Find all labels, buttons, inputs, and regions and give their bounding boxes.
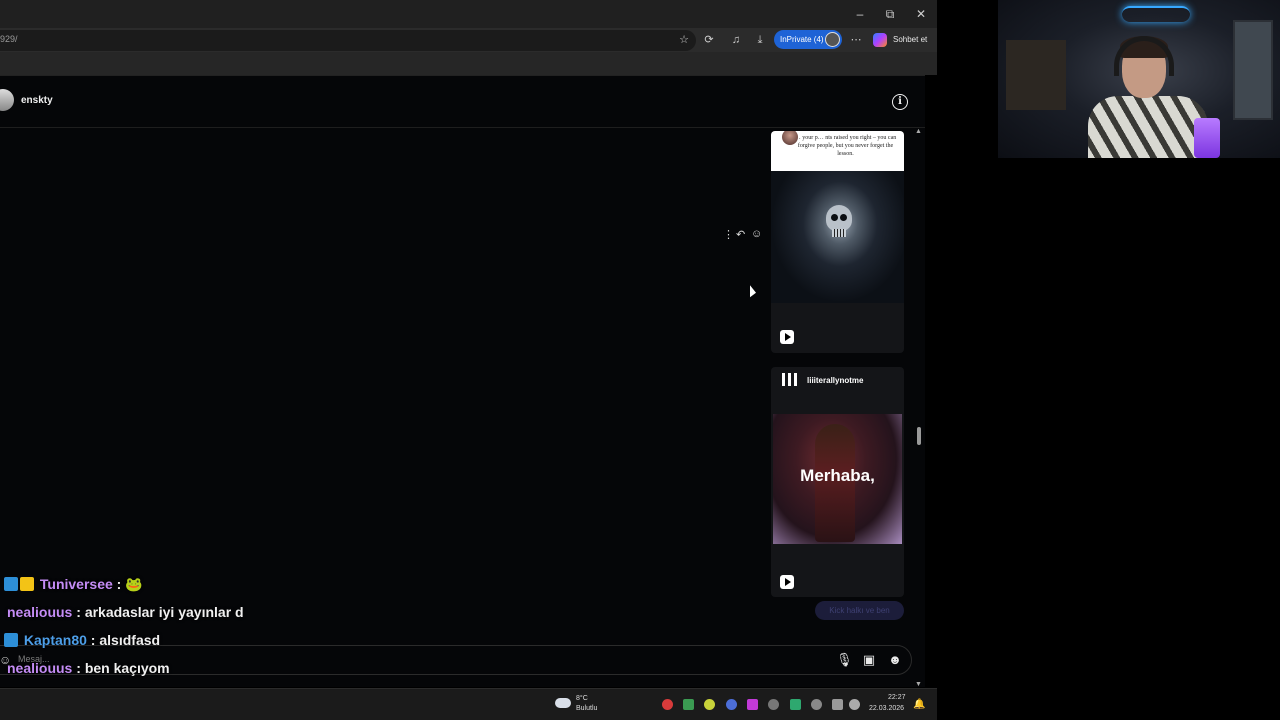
- scrollbar-thumb[interactable]: [917, 427, 921, 445]
- scroll-up-icon[interactable]: ▲: [915, 128, 922, 135]
- more-options-icon[interactable]: ⋯: [849, 33, 863, 47]
- chat-username: nealiouus: [7, 660, 73, 676]
- minimize-icon[interactable]: –: [851, 6, 869, 22]
- weather-description[interactable]: Bulutlu: [576, 705, 597, 712]
- neon-sign: [1122, 6, 1190, 22]
- webcam-feed: [998, 0, 1280, 158]
- shared-reel[interactable]: liiiterallynotme Merhaba,: [771, 367, 904, 597]
- chat-username: Kaptan80: [23, 632, 87, 648]
- scroll-down-icon[interactable]: ▼: [915, 681, 922, 688]
- url-text: 929/: [0, 34, 18, 44]
- chat-header: enskty i: [0, 76, 925, 128]
- clock-date[interactable]: 22.03.2026: [869, 705, 904, 712]
- crown-badge-icon: [20, 577, 34, 591]
- reel-thumbnail[interactable]: Merhaba,: [773, 414, 902, 544]
- copilot-icon[interactable]: [873, 33, 887, 47]
- tray-app-icon[interactable]: [704, 699, 715, 710]
- stream-chat-line: Tuniversee : 🐸: [4, 576, 143, 596]
- reel-thumbnail[interactable]: [771, 171, 904, 303]
- reel-author-name[interactable]: liiiterallynotme: [807, 376, 863, 385]
- chat-message: 🐸: [125, 576, 143, 592]
- tray-app-icon[interactable]: [726, 699, 737, 710]
- display-icon[interactable]: [832, 699, 843, 710]
- skull-image: [824, 205, 854, 239]
- message-actions: ⋮ ↶ ☺: [720, 228, 766, 244]
- sticker-icon[interactable]: ☻: [887, 652, 903, 668]
- cloud-icon[interactable]: [555, 698, 571, 708]
- image-icon[interactable]: ▣: [861, 652, 877, 668]
- reel-play-icon[interactable]: [780, 330, 794, 344]
- scrollbar[interactable]: ▲ ▼: [913, 128, 925, 688]
- react-emoji-icon[interactable]: ☺: [751, 228, 762, 240]
- title-bar: – ⧉ ✕: [0, 0, 937, 28]
- stream-chat-line: nealiouus : arkadaslar iyi yayınlar d: [7, 604, 244, 620]
- favorite-star-icon[interactable]: ☆: [677, 33, 691, 47]
- reel-overlay-text: Merhaba,: [800, 466, 875, 485]
- clock-time[interactable]: 22:27: [888, 694, 906, 701]
- chevron-left-icon[interactable]: [768, 699, 779, 710]
- profile-avatar: [825, 32, 840, 47]
- microphone-icon[interactable]: 🎙: [836, 652, 853, 668]
- copilot-chat-button[interactable]: Sohbet et: [893, 35, 927, 44]
- inprivate-label: InPrivate (4): [780, 35, 824, 44]
- tray-app-icon[interactable]: [747, 699, 758, 710]
- toolbar: 929/ ☆ ⟳ ♫ ⤓ InPrivate (4) ⋯: [0, 28, 937, 52]
- chat-message: arkadaslar iyi yayınlar d: [84, 604, 244, 620]
- recipient-avatar[interactable]: [0, 89, 14, 111]
- close-icon[interactable]: ✕: [912, 6, 930, 22]
- reply-icon[interactable]: ↶: [736, 228, 745, 241]
- chat-username: nealiouus: [7, 604, 73, 620]
- chat-message: alsıdfasd: [99, 632, 161, 648]
- reel-author-logo-icon: [782, 373, 798, 387]
- shared-reel[interactable]: … your p… nts raised you right – you can…: [771, 131, 904, 353]
- reel-play-icon[interactable]: [780, 575, 794, 589]
- info-icon[interactable]: i: [892, 94, 908, 110]
- favorites-icon[interactable]: ♫: [729, 33, 743, 47]
- microphone-icon[interactable]: [811, 699, 822, 710]
- weather-temperature[interactable]: 8°C: [576, 695, 588, 702]
- prime-badge-icon: [4, 633, 18, 647]
- taskbar: 8°C Bulutlu 22:27 22.03.2026 🔔: [0, 688, 937, 720]
- tray-app-icon[interactable]: [790, 699, 801, 710]
- chat-message: ben kaçıyom: [84, 660, 170, 676]
- notification-bell-icon[interactable]: 🔔: [913, 699, 925, 710]
- tray-app-icon[interactable]: [662, 699, 673, 710]
- download-icon[interactable]: ⤓: [753, 33, 767, 47]
- restore-icon[interactable]: ⧉: [881, 6, 899, 22]
- tray-app-icon[interactable]: [683, 699, 694, 710]
- cup: [1194, 118, 1220, 158]
- inprivate-button[interactable]: InPrivate (4): [774, 30, 842, 49]
- chat-username: Tuniversee: [39, 576, 113, 592]
- more-icon[interactable]: ⋮: [723, 228, 734, 241]
- stream-chat-line: nealiouus : ben kaçıyom: [7, 660, 170, 676]
- address-bar[interactable]: 929/: [0, 30, 696, 51]
- reply-preview[interactable]: Kick halkı ve ben: [815, 601, 904, 620]
- recipient-name[interactable]: enskty: [21, 95, 53, 106]
- volume-icon[interactable]: [849, 699, 860, 710]
- prime-badge-icon: [4, 577, 18, 591]
- favorites-bar: [0, 52, 937, 75]
- stream-chat-line: Kaptan80 : alsıdfasd: [4, 632, 160, 652]
- extensions-icon[interactable]: ⟳: [702, 33, 716, 47]
